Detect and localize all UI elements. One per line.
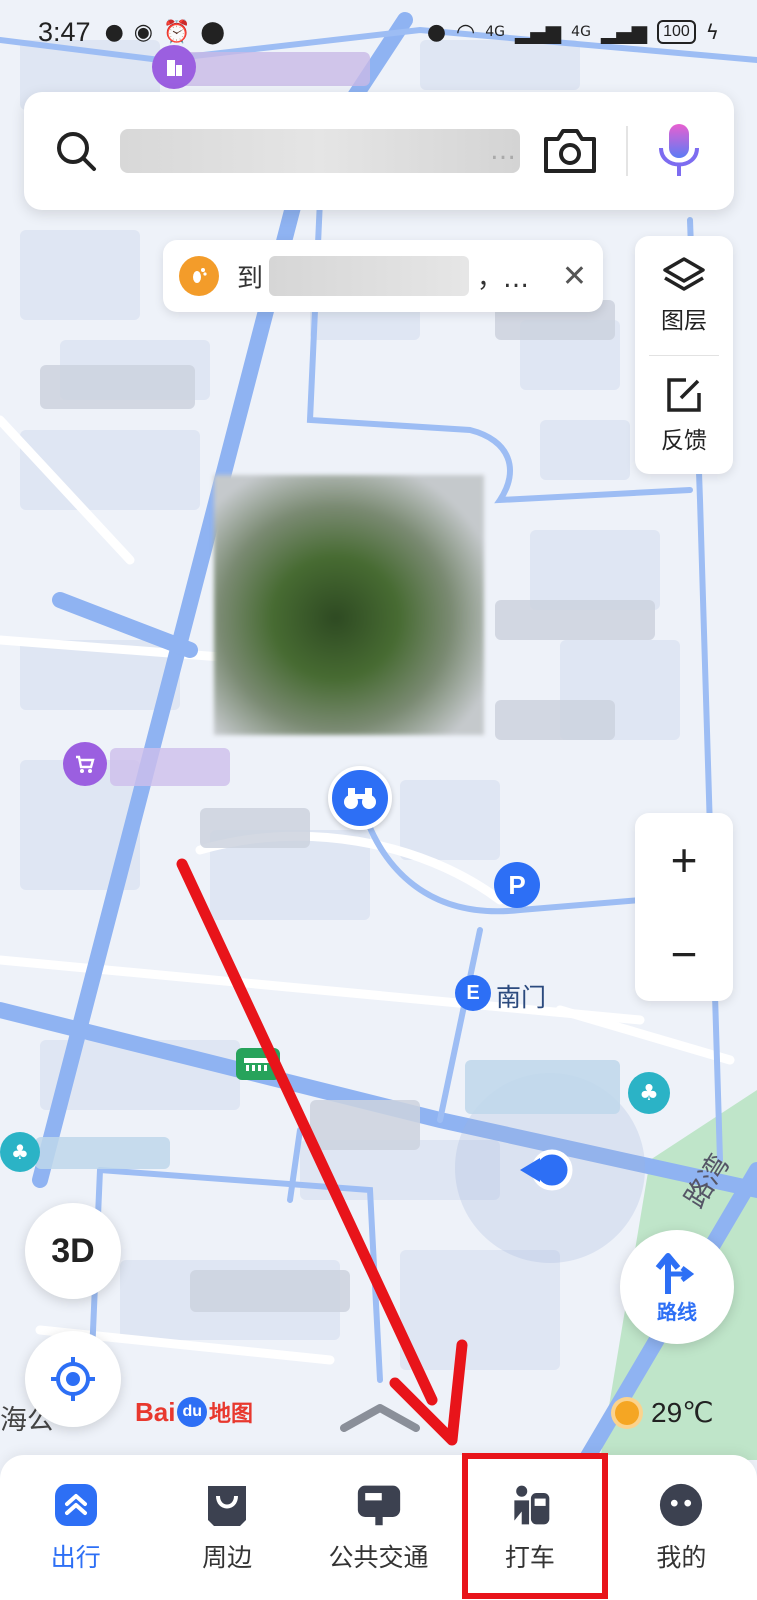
feedback-label: 反馈 — [661, 427, 707, 454]
microphone-status-icon: ● — [426, 19, 447, 45]
signal-label-1: 4G — [485, 24, 506, 40]
temperature: 29℃ — [651, 1397, 714, 1428]
blurred-label — [465, 1060, 620, 1114]
eye-icon: ◉ — [133, 19, 153, 45]
parking-poi-icon[interactable]: P — [494, 862, 540, 908]
bottom-tab-bar: 出行 周边 公共交通 打车 我的 — [0, 1455, 757, 1600]
divider — [626, 126, 628, 176]
zoom-controls: + − — [635, 813, 733, 1001]
blurred-label — [110, 748, 230, 786]
location-icon: ⬤ — [200, 19, 225, 45]
blurred-label — [495, 700, 615, 740]
blurred-label — [495, 600, 655, 640]
shopping-cart-poi-icon[interactable] — [63, 742, 107, 786]
chevron-up-icon[interactable] — [338, 1402, 422, 1432]
blurred-label — [40, 365, 195, 409]
route-label: 路线 — [657, 1299, 697, 1324]
status-bar: 3:47 ● ◉ ⏰ ⬤ ● ◠ 4G ▂▄▆ 4G ▂▄▆ 100 ϟ — [0, 0, 757, 64]
south-gate-label: 南门 — [496, 983, 547, 1012]
park-poi-icon[interactable]: ♣ — [0, 1132, 40, 1172]
status-time: 3:47 — [38, 16, 91, 47]
charging-icon: ϟ — [705, 20, 719, 44]
tab-label: 出行 — [50, 1542, 101, 1572]
layers-button[interactable]: 图层 — [635, 236, 733, 355]
layers-icon — [663, 257, 705, 291]
tab-nearby[interactable]: 周边 — [151, 1455, 302, 1600]
notice-suffix: ，… — [477, 263, 530, 294]
tab-travel[interactable]: 出行 — [0, 1455, 151, 1600]
signal-label-2: 4G — [571, 24, 591, 40]
side-panel: 图层 反馈 — [635, 236, 733, 474]
camera-icon[interactable] — [540, 125, 600, 177]
park-poi-icon[interactable]: ♣ — [628, 1072, 670, 1114]
3d-toggle-button[interactable]: 3D — [25, 1203, 121, 1299]
blurred-destination — [269, 256, 470, 296]
route-arrow-icon — [655, 1252, 695, 1294]
sun-icon — [615, 1400, 639, 1425]
travel-icon — [53, 1482, 99, 1528]
tab-mine[interactable]: 我的 — [606, 1455, 757, 1600]
blurred-label — [200, 808, 310, 848]
tab-label: 我的 — [656, 1542, 707, 1572]
microphone-icon[interactable] — [654, 120, 704, 182]
zoom-out-button[interactable]: − — [635, 907, 733, 1001]
signal-icon: ▂▄▆ — [515, 20, 562, 44]
tab-label: 公共交通 — [328, 1542, 429, 1572]
search-bar[interactable]: … — [24, 92, 734, 210]
bus-icon — [356, 1482, 402, 1528]
alarm-icon: ⏰ — [162, 19, 191, 45]
crosshair-icon — [51, 1357, 95, 1401]
exit-poi-icon[interactable]: E — [455, 975, 491, 1011]
highlight-box — [462, 1453, 608, 1599]
blurred-label — [310, 1100, 420, 1150]
tab-transit[interactable]: 公共交通 — [303, 1455, 454, 1600]
wifi-icon: ◠ — [456, 19, 476, 45]
weather-widget[interactable]: 29℃ — [615, 1396, 714, 1429]
notice-prefix: 到 — [237, 263, 264, 294]
route-button[interactable]: 路线 — [620, 1230, 734, 1344]
walking-notice[interactable]: 到 ，… ✕ — [163, 240, 603, 312]
profile-icon — [658, 1482, 704, 1528]
locate-button[interactable] — [25, 1331, 121, 1427]
blurred-label — [35, 1137, 170, 1169]
poi-photo[interactable] — [214, 475, 484, 735]
close-icon[interactable]: ✕ — [562, 259, 587, 294]
tab-label: 周边 — [202, 1542, 253, 1572]
baidu-logo: Bai du 地图 — [135, 1396, 254, 1427]
binoculars-poi-icon[interactable] — [328, 766, 392, 830]
signal-icon: ▂▄▆ — [600, 20, 648, 44]
edit-icon — [667, 378, 701, 412]
nearby-icon — [204, 1482, 250, 1528]
zoom-in-button[interactable]: + — [635, 813, 733, 907]
search-input[interactable]: … — [120, 129, 520, 173]
layers-label: 图层 — [661, 308, 707, 335]
blurred-label — [190, 1270, 350, 1312]
search-placeholder: … — [490, 136, 516, 166]
footprint-icon — [179, 256, 219, 296]
wechat-icon: ● — [104, 19, 124, 45]
search-icon — [57, 132, 96, 171]
battery-indicator: 100 — [657, 20, 696, 44]
feedback-button[interactable]: 反馈 — [635, 356, 733, 475]
bus-stop-icon[interactable] — [236, 1048, 280, 1080]
